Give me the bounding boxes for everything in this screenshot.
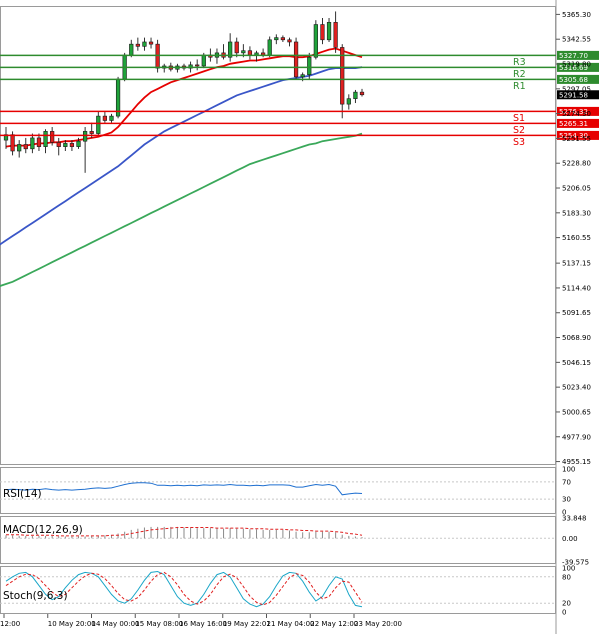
candle-body bbox=[43, 131, 48, 147]
candle-body bbox=[135, 43, 140, 47]
candle-body bbox=[102, 115, 108, 121]
candle-body bbox=[30, 137, 35, 150]
candle-body bbox=[326, 22, 332, 41]
chart-svg: R35327.70R25316.69R15305.68S15276.32S252… bbox=[0, 0, 600, 634]
candle-body bbox=[333, 22, 338, 48]
x-axis-tick-label: 16 May 16:00 bbox=[179, 620, 227, 628]
x-axis-tick-label: 23 May 20:00 bbox=[354, 620, 402, 628]
y-axis-tick-label: 5046.15 bbox=[562, 359, 591, 367]
x-axis-tick-label: 21 May 04:00 bbox=[267, 620, 315, 628]
y-axis-tick-label: 5137.15 bbox=[562, 260, 591, 268]
candle-body bbox=[195, 64, 200, 67]
candle-body bbox=[267, 39, 272, 56]
x-axis-tick-label: 15 May 08:00 bbox=[135, 620, 183, 628]
y-axis-tick-label: 5000.65 bbox=[562, 408, 591, 416]
candle-body bbox=[287, 39, 292, 43]
y-axis-tick-label: 5091.65 bbox=[562, 309, 591, 317]
y-axis-tick-label: 5183.30 bbox=[562, 209, 591, 217]
y-axis-tick-label: 5114.40 bbox=[562, 284, 591, 292]
candle-body bbox=[36, 137, 42, 147]
y-axis-tick-label: 5365.30 bbox=[562, 11, 591, 19]
level-price-tag: 5327.70 bbox=[559, 52, 588, 60]
candle-body bbox=[96, 115, 101, 134]
level-name-r3: R3 bbox=[513, 57, 526, 68]
level-name-s1: S1 bbox=[513, 113, 525, 124]
candle-body bbox=[320, 24, 325, 41]
chart-root: R3 5327.70 R2 5316.69 R1 5305.68 S1 5276.32 S2 52… bbox=[0, 0, 600, 634]
y-axis-tick-label: 5206.05 bbox=[562, 185, 591, 193]
y-axis-tick-label: 5342.55 bbox=[562, 36, 591, 44]
candle-body bbox=[313, 24, 318, 58]
y-axis-tick-label: 5068.90 bbox=[562, 334, 591, 342]
candle-body bbox=[69, 143, 75, 147]
macd-tick-label: 33.848 bbox=[562, 515, 587, 523]
x-axis-tick-label: 12:00 bbox=[0, 620, 20, 628]
level-price-tag: 5305.68 bbox=[559, 76, 588, 84]
candle-body bbox=[109, 115, 114, 121]
level-name-r2: R2 bbox=[513, 69, 526, 80]
y-axis-tick-label: 5297.05 bbox=[562, 85, 591, 93]
y-axis-tick-label: 5228.80 bbox=[562, 160, 591, 168]
rsi-tick-label: 70 bbox=[562, 478, 571, 486]
y-axis-tick-label: 5160.55 bbox=[562, 234, 591, 242]
candle-body bbox=[307, 56, 312, 75]
x-axis-tick-label: 19 May 22:01 bbox=[223, 620, 271, 628]
candle-body bbox=[274, 37, 279, 41]
stoch-tick-label: 0 bbox=[562, 609, 566, 617]
candle-body bbox=[241, 50, 246, 54]
y-axis-tick-label: 5274.30 bbox=[562, 110, 591, 118]
level-name-s2: S2 bbox=[513, 125, 525, 136]
rsi-tick-label: 30 bbox=[562, 496, 571, 504]
x-axis-tick-label: 10 May 20:00 bbox=[48, 620, 96, 628]
x-axis-tick-label: 22 May 12:00 bbox=[310, 620, 358, 628]
y-axis-tick-label: 4977.90 bbox=[562, 433, 591, 441]
candle-body bbox=[142, 41, 147, 47]
candle-body bbox=[155, 43, 160, 69]
candle-body bbox=[280, 37, 286, 41]
candle-body bbox=[300, 74, 305, 78]
candle-body bbox=[23, 144, 28, 150]
candle-body bbox=[293, 41, 299, 78]
level-name-s3: S3 bbox=[513, 137, 525, 148]
macd-tick-label: 0.00 bbox=[562, 535, 578, 543]
candle-body bbox=[346, 98, 351, 105]
macd-label: MACD(12,26,9) bbox=[3, 524, 83, 536]
y-axis-tick-label: 5319.80 bbox=[562, 61, 591, 69]
level-name-r1: R1 bbox=[513, 81, 526, 92]
candle-body bbox=[247, 50, 253, 56]
candle-body bbox=[129, 43, 134, 56]
candle-body bbox=[17, 144, 22, 152]
candle-body bbox=[115, 78, 121, 117]
stoch-tick-label: 80 bbox=[562, 573, 571, 581]
x-axis-tick-label: 14 May 00:00 bbox=[92, 620, 140, 628]
candle-body bbox=[234, 41, 239, 54]
y-axis-tick-label: 5023.40 bbox=[562, 384, 591, 392]
stoch-tick-label: 100 bbox=[562, 565, 575, 573]
candle-body bbox=[63, 143, 68, 147]
candle-body bbox=[56, 141, 61, 147]
candle-body bbox=[148, 41, 154, 45]
rsi-label: RSI(14) bbox=[3, 488, 42, 500]
candle-body bbox=[10, 134, 15, 152]
chart-background bbox=[0, 0, 600, 634]
stoch-tick-label: 20 bbox=[562, 600, 571, 608]
candle-body bbox=[201, 54, 206, 67]
stoch-label: Stoch(9,6,3) bbox=[3, 590, 68, 602]
level-price-tag: 5265.31 bbox=[559, 120, 588, 128]
candle-body bbox=[89, 131, 94, 134]
candle-body bbox=[359, 91, 365, 96]
candle-body bbox=[353, 91, 358, 99]
candle-body bbox=[50, 131, 55, 143]
candle-body bbox=[76, 140, 81, 147]
y-axis-tick-label: 5251.55 bbox=[562, 135, 591, 143]
candle-body bbox=[82, 131, 88, 142]
rsi-tick-label: 100 bbox=[562, 466, 575, 474]
